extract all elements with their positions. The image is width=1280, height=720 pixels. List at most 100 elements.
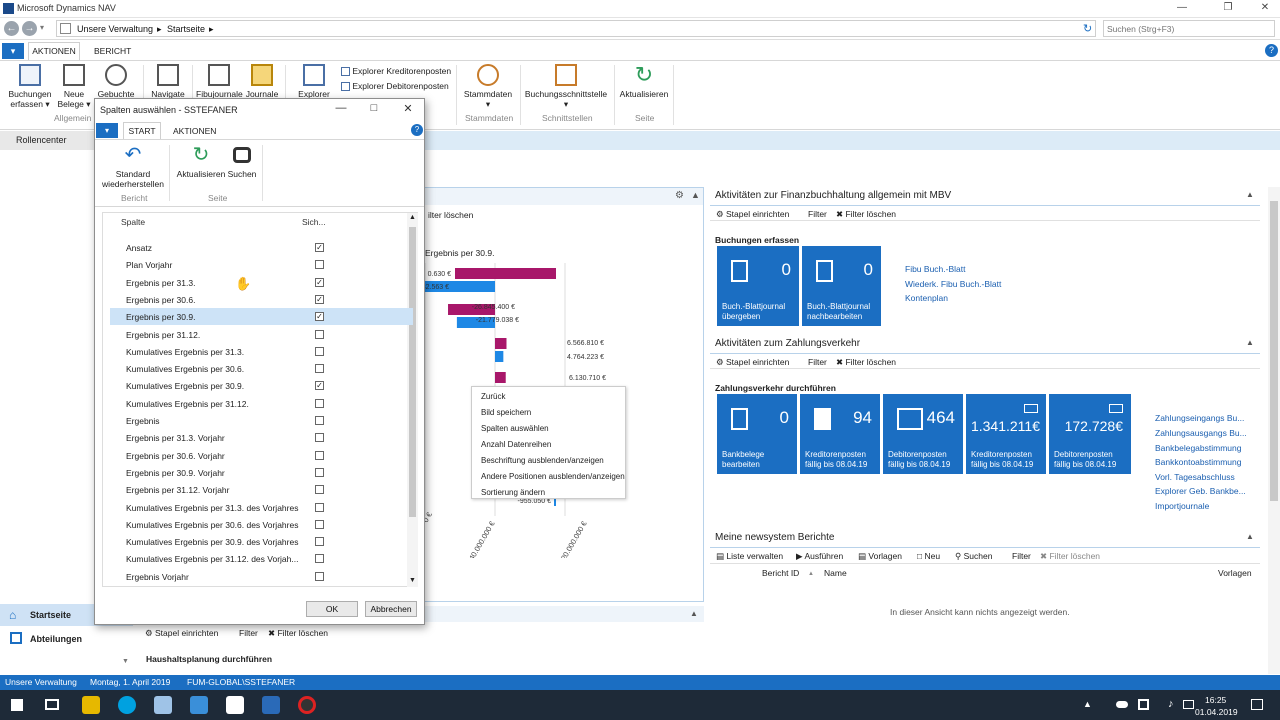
column-row[interactable]: Ergebnis per 30.6. ✓ <box>110 291 413 308</box>
visible-checkbox[interactable] <box>315 260 324 270</box>
chart-bar[interactable] <box>495 372 506 383</box>
tile-bankbelege[interactable]: 0 Bankbelege bearbeiten <box>717 394 797 474</box>
collapse-icon[interactable]: ▲ <box>1246 190 1254 199</box>
collapse-icon[interactable]: ▲ <box>690 609 698 618</box>
aktualisieren-button[interactable]: ↻ Aktualisieren <box>618 64 670 100</box>
column-row[interactable]: Ergebnis per 31.3. ✓ <box>110 274 413 291</box>
search-input[interactable] <box>1104 21 1274 36</box>
filter-clear-button[interactable]: ✖ Filter löschen <box>836 209 896 220</box>
column-row[interactable]: Plan Vorjahr <box>110 256 413 273</box>
link-fibu-buch-blatt[interactable]: Fibu Buch.-Blatt <box>905 264 965 274</box>
minimize-icon[interactable]: — <box>334 102 348 116</box>
filter-button[interactable]: Filter <box>239 628 258 638</box>
link-bankkontoabstimmung[interactable]: Bankkontoabstimmung <box>1155 457 1241 467</box>
visible-checkbox[interactable] <box>315 502 324 512</box>
navigate-button[interactable]: Navigate <box>148 64 188 99</box>
column-row[interactable]: Ergebnis Vorjahr <box>110 568 413 585</box>
ctx-series-count[interactable]: Anzahl Datenreihen <box>481 440 551 449</box>
windows-start-icon[interactable] <box>11 699 23 711</box>
cancel-button[interactable]: Abbrechen <box>365 601 417 617</box>
filter-clear-button[interactable]: ilter löschen <box>428 210 473 220</box>
filter-clear-button[interactable]: ✖ Filter löschen <box>1040 551 1100 562</box>
standard-wiederherstellen-button[interactable]: ↶ Standard wiederherstellen <box>100 144 166 189</box>
tile-journal-nachbearbeiten[interactable]: 0 Buch.-Blattjournal nachbearbeiten <box>802 246 881 326</box>
column-row[interactable]: Ergebnis per 30.6. Vorjahr <box>110 447 413 464</box>
help-icon[interactable]: ? <box>411 124 423 136</box>
recorder-icon[interactable] <box>298 696 316 714</box>
link-bankbelegabstimmung[interactable]: Bankbelegabstimmung <box>1155 443 1241 453</box>
visible-checkbox[interactable] <box>315 467 324 477</box>
visible-checkbox[interactable]: ✓ <box>315 243 324 252</box>
volume-icon[interactable]: ♪ <box>1168 698 1174 710</box>
link-explorer-geb-bankbe[interactable]: Explorer Geb. Bankbe... <box>1155 486 1246 496</box>
stapel-einrichten-button[interactable]: ⚙ Stapel einrichten <box>145 628 218 639</box>
link-kontenplan[interactable]: Kontenplan <box>905 293 948 303</box>
visible-checkbox[interactable]: ✓ <box>315 381 324 391</box>
dialog-tab-aktionen[interactable]: AKTIONEN <box>173 126 216 136</box>
link-importjournale[interactable]: Importjournale <box>1155 501 1209 511</box>
column-header[interactable]: Bericht ID <box>762 568 799 578</box>
stapel-einrichten-button[interactable]: ⚙ Stapel einrichten <box>716 357 789 368</box>
link-zahlungseingangs[interactable]: Zahlungseingangs Bu... <box>1155 413 1244 423</box>
close-icon[interactable]: ✕ <box>401 102 415 116</box>
app-icon[interactable] <box>154 696 172 714</box>
dialog-file-menu-button[interactable]: ▾ <box>96 123 118 138</box>
column-row[interactable]: Kumulatives Ergebnis per 30.6. des Vorja… <box>110 516 413 533</box>
journale-button[interactable]: Journale <box>244 64 280 99</box>
breadcrumb-item[interactable]: Unsere Verwaltung <box>77 24 153 34</box>
onedrive-icon[interactable] <box>1116 701 1128 708</box>
task-view-icon[interactable] <box>45 699 59 710</box>
collapse-icon[interactable]: ▲ <box>1246 338 1254 347</box>
new-button[interactable]: □ Neu <box>917 551 940 561</box>
ctx-toggle-labels[interactable]: Beschriftung ausblenden/anzeigen <box>481 456 604 465</box>
collapse-icon[interactable]: ▲ <box>691 190 700 200</box>
scroll-up-icon[interactable]: ▲ <box>409 214 416 221</box>
run-button[interactable]: ▶ Ausführen <box>796 551 843 562</box>
ctx-save-image[interactable]: Bild speichern <box>481 408 531 417</box>
column-row[interactable]: Ergebnis per 31.12. <box>110 326 413 343</box>
main-scrollbar[interactable] <box>1268 187 1280 674</box>
close-icon[interactable]: ✕ <box>1255 2 1275 16</box>
visible-checkbox[interactable] <box>315 537 324 547</box>
breadcrumb-item[interactable]: Startseite <box>167 24 205 34</box>
visible-checkbox[interactable] <box>315 485 324 495</box>
visible-checkbox[interactable] <box>315 416 324 425</box>
ctx-toggle-positions[interactable]: Andere Positionen ausblenden/anzeigen <box>481 472 625 481</box>
nav-item-abteilungen[interactable]: Abteilungen <box>0 628 133 650</box>
visible-checkbox[interactable] <box>315 398 324 408</box>
tile-kreditorenposten-amount[interactable]: 1.341.211€ Kreditorenposten fällig bis 08… <box>966 394 1046 474</box>
column-header-sichtbar[interactable]: Sich... <box>302 217 326 227</box>
filter-button[interactable]: Filter <box>1012 551 1031 561</box>
buchungen-erfassen-button[interactable]: Buchungen erfassen ▾ <box>6 64 54 109</box>
filter-button[interactable]: Filter <box>808 209 827 219</box>
tab-bericht[interactable]: BERICHT <box>94 46 131 56</box>
chart-bar[interactable] <box>495 338 507 349</box>
file-explorer-icon[interactable] <box>82 696 100 714</box>
tile-debitorenposten-count[interactable]: 464 Debitorenposten fällig bis 08.04.19 <box>883 394 963 474</box>
column-header-spalte[interactable]: Spalte <box>121 217 145 227</box>
filter-button[interactable]: Filter <box>808 357 827 367</box>
column-row[interactable]: Ergebnis per 30.9. Vorjahr <box>110 464 413 481</box>
visible-checkbox[interactable]: ✓ <box>315 312 324 322</box>
filter-clear-button[interactable]: ✖ Filter löschen <box>836 357 896 368</box>
file-menu-button[interactable]: ▾ <box>2 43 24 59</box>
column-row[interactable]: Ergebnis per 30.9. ✓ <box>110 308 413 326</box>
link-vorl-tagesabschluss[interactable]: Vorl. Tagesabschluss <box>1155 472 1235 482</box>
column-row[interactable]: Kumulatives Ergebnis per 30.9. des Vorja… <box>110 533 413 550</box>
settings-icon[interactable]: ⚙ <box>675 190 684 201</box>
column-row[interactable]: Ergebnis per 31.3. Vorjahr <box>110 429 413 446</box>
link-wiederk-fibu-buch-blatt[interactable]: Wiederk. Fibu Buch.-Blatt <box>905 279 1001 289</box>
dynamics-nav-icon[interactable] <box>226 696 244 714</box>
ctx-select-columns[interactable]: Spalten auswählen <box>481 424 549 433</box>
stapel-einrichten-button[interactable]: ⚙ Stapel einrichten <box>716 209 789 220</box>
column-row[interactable]: Kumulatives Ergebnis per 31.12. <box>110 395 413 412</box>
maximize-icon[interactable]: □ <box>367 102 381 116</box>
clock-time[interactable]: 16:25 <box>1205 695 1226 705</box>
visible-checkbox[interactable] <box>315 329 324 339</box>
visible-checkbox[interactable]: ✓ <box>315 294 324 304</box>
dialog-tab-start[interactable]: START <box>123 122 161 139</box>
collapse-icon[interactable]: ▲ <box>1246 532 1254 541</box>
nav-dropdown-icon[interactable]: ▾ <box>40 23 44 32</box>
back-icon[interactable]: ← <box>4 21 19 36</box>
stammdaten-button[interactable]: Stammdaten ▾ <box>460 64 516 109</box>
